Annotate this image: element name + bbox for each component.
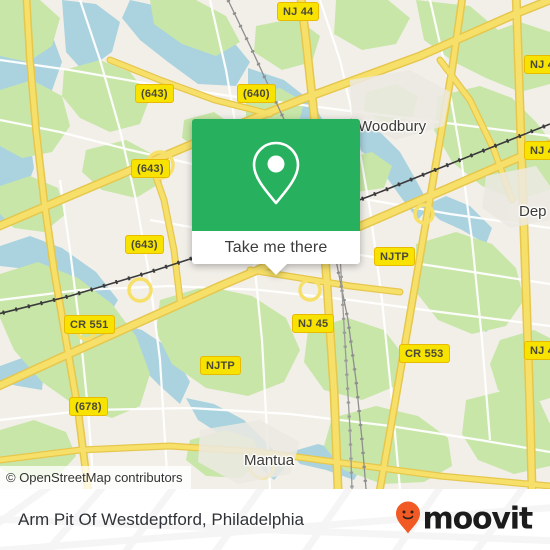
footer-bar: Arm Pit Of Westdeptford, Philadelphia mo… bbox=[0, 489, 550, 550]
take-me-there-callout[interactable]: Take me there bbox=[192, 119, 360, 275]
page-title: Arm Pit Of Westdeptford, Philadelphia bbox=[18, 509, 304, 529]
place-label-mantua: Mantua bbox=[244, 452, 295, 469]
moovit-brand-logo[interactable]: moovit bbox=[395, 500, 534, 539]
road-shield-nj-44[interactable]: NJ 44 bbox=[277, 2, 320, 21]
map-canvas[interactable]: Woodbury Dep Mantua NJ 44 (640) (643) (6… bbox=[0, 0, 550, 489]
road-shield-cr-643-c[interactable]: (643) bbox=[125, 235, 164, 254]
road-shield-cr-553[interactable]: CR 553 bbox=[399, 344, 450, 363]
road-shield-nj-45[interactable]: NJ 45 bbox=[292, 314, 335, 333]
osm-attribution-text: © OpenStreetMap contributors bbox=[6, 470, 183, 485]
road-shield-cr-551[interactable]: CR 551 bbox=[64, 315, 115, 334]
road-shield-cr-643-b[interactable]: (643) bbox=[131, 159, 170, 178]
road-shield-cr-678[interactable]: (678) bbox=[69, 397, 108, 416]
road-shield-nj-41-b[interactable]: NJ 4 bbox=[524, 141, 550, 160]
callout-header bbox=[192, 119, 360, 231]
road-shield-njtp-b[interactable]: NJTP bbox=[200, 356, 241, 375]
map-pin-icon bbox=[248, 140, 304, 211]
moovit-smiley-pin-icon bbox=[395, 500, 421, 539]
road-shield-cr-643-a[interactable]: (643) bbox=[135, 84, 174, 103]
road-shield-njtp-a[interactable]: NJTP bbox=[374, 247, 415, 266]
callout-tail-pointer bbox=[265, 264, 287, 275]
road-shield-cr-640[interactable]: (640) bbox=[237, 84, 276, 103]
take-me-there-label: Take me there bbox=[224, 238, 328, 256]
callout-footer[interactable]: Take me there bbox=[192, 231, 360, 275]
osm-attribution[interactable]: © OpenStreetMap contributors bbox=[0, 466, 191, 489]
road-shield-nj-45-right[interactable]: NJ 4 bbox=[524, 341, 550, 360]
place-label-deptford: Dep bbox=[519, 203, 547, 220]
moovit-wordmark: moovit bbox=[422, 501, 534, 537]
place-label-woodbury: Woodbury bbox=[358, 118, 427, 135]
road-shield-nj-41-a[interactable]: NJ 4 bbox=[524, 55, 550, 74]
moovit-map-screenshot: Woodbury Dep Mantua NJ 44 (640) (643) (6… bbox=[0, 0, 550, 550]
